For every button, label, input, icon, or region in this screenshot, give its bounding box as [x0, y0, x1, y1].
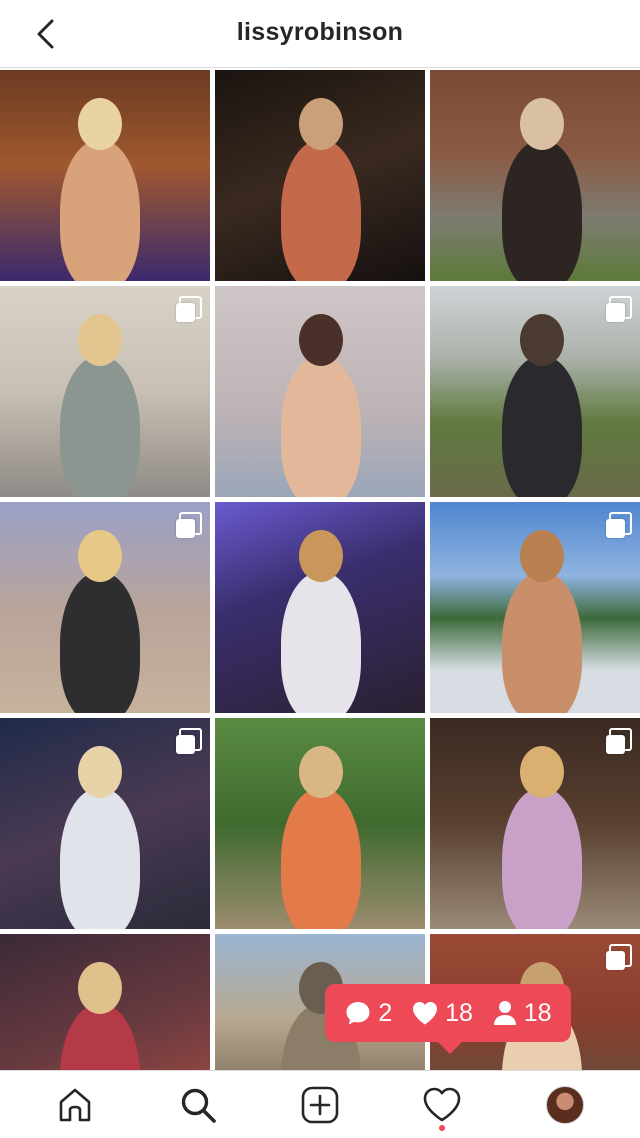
- post-thumbnail[interactable]: [430, 286, 640, 497]
- photo-subject: [60, 788, 140, 929]
- photo-subject-head: [520, 746, 564, 798]
- activity-heart-icon: [424, 1087, 461, 1121]
- photo-subject-head: [299, 314, 343, 366]
- nav-home[interactable]: [43, 1077, 107, 1133]
- profile-avatar: [545, 1085, 584, 1124]
- nav-new-post[interactable]: [288, 1077, 352, 1133]
- photo-subject-head: [520, 98, 564, 150]
- comments-count: 2: [378, 998, 393, 1027]
- activity-indicator-dot: [439, 1124, 446, 1131]
- photo-subject-head: [78, 746, 122, 798]
- photo-subject: [502, 140, 582, 281]
- post-thumbnail[interactable]: [430, 502, 640, 713]
- photo-subject: [502, 572, 582, 713]
- person-icon: [493, 1001, 516, 1025]
- nav-activity[interactable]: [410, 1077, 474, 1133]
- search-icon: [181, 1088, 216, 1123]
- home-icon: [59, 1088, 91, 1121]
- photo-subject-head: [78, 98, 122, 150]
- post-thumbnail[interactable]: [0, 70, 210, 281]
- photo-subject-head: [78, 314, 122, 366]
- profile-username: lissyrobinson: [236, 18, 404, 46]
- post-thumbnail[interactable]: [215, 70, 425, 281]
- photo-subject: [60, 572, 140, 713]
- post-thumbnail[interactable]: [0, 934, 210, 1070]
- post-thumbnail[interactable]: [0, 502, 210, 713]
- photo-subject: [281, 788, 361, 929]
- followers-count: 18: [523, 998, 552, 1027]
- photo-subject: [502, 356, 582, 497]
- bottom-navigation: [0, 1070, 640, 1138]
- photo-subject-head: [299, 530, 343, 582]
- nav-search[interactable]: [166, 1077, 230, 1133]
- photo-subject: [502, 788, 582, 929]
- photo-subject-head: [520, 530, 564, 582]
- photo-subject: [60, 140, 140, 281]
- photo-subject-head: [299, 746, 343, 798]
- carousel-icon: [176, 728, 202, 754]
- post-thumbnail[interactable]: [430, 718, 640, 929]
- photo-subject: [281, 140, 361, 281]
- activity-notification-popup[interactable]: 2 18 18: [325, 984, 571, 1054]
- post-thumbnail[interactable]: [430, 70, 640, 281]
- photo-subject: [60, 356, 140, 497]
- nav-profile[interactable]: [533, 1077, 597, 1133]
- heart-icon: [413, 1002, 438, 1025]
- photo-subject-head: [78, 530, 122, 582]
- photo-subject: [281, 572, 361, 713]
- likes-stat: 18: [411, 999, 473, 1028]
- post-thumbnail[interactable]: [0, 286, 210, 497]
- photo-subject: [281, 356, 361, 497]
- post-thumbnail[interactable]: [215, 502, 425, 713]
- likes-count: 18: [445, 998, 473, 1027]
- post-thumbnail[interactable]: [215, 286, 425, 497]
- carousel-icon: [176, 512, 202, 538]
- followers-stat: 18: [492, 999, 552, 1028]
- carousel-icon: [606, 728, 632, 754]
- post-grid: [0, 68, 640, 1070]
- post-thumbnail[interactable]: [0, 718, 210, 929]
- photo-subject-head: [78, 962, 122, 1014]
- comment-icon: [346, 1002, 370, 1025]
- carousel-icon: [606, 944, 632, 970]
- photo-subject-head: [299, 98, 343, 150]
- carousel-icon: [606, 296, 632, 322]
- post-thumbnail[interactable]: [215, 718, 425, 929]
- carousel-icon: [606, 512, 632, 538]
- comments-stat: 2: [344, 999, 392, 1028]
- add-post-icon: [301, 1086, 339, 1123]
- photo-subject-head: [520, 314, 564, 366]
- top-bar: lissyrobinson: [0, 0, 640, 68]
- carousel-icon: [176, 296, 202, 322]
